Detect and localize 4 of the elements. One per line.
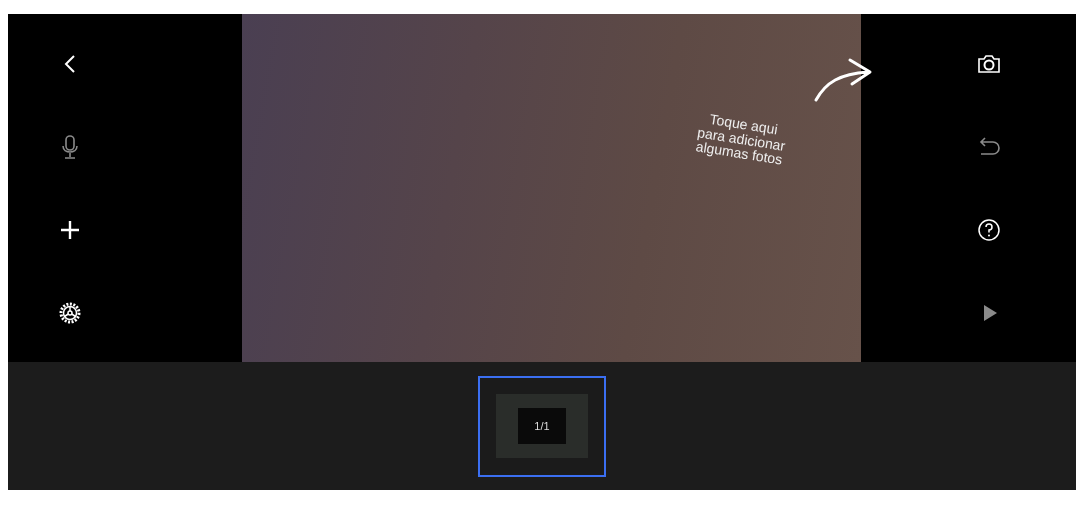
slide-thumbnail[interactable]: 1/1 — [478, 375, 606, 477]
page-counter: 1/1 — [518, 407, 566, 445]
hint-text: Toque aqui para adicionar algumas fotos — [694, 110, 788, 168]
help-icon — [975, 216, 1002, 243]
